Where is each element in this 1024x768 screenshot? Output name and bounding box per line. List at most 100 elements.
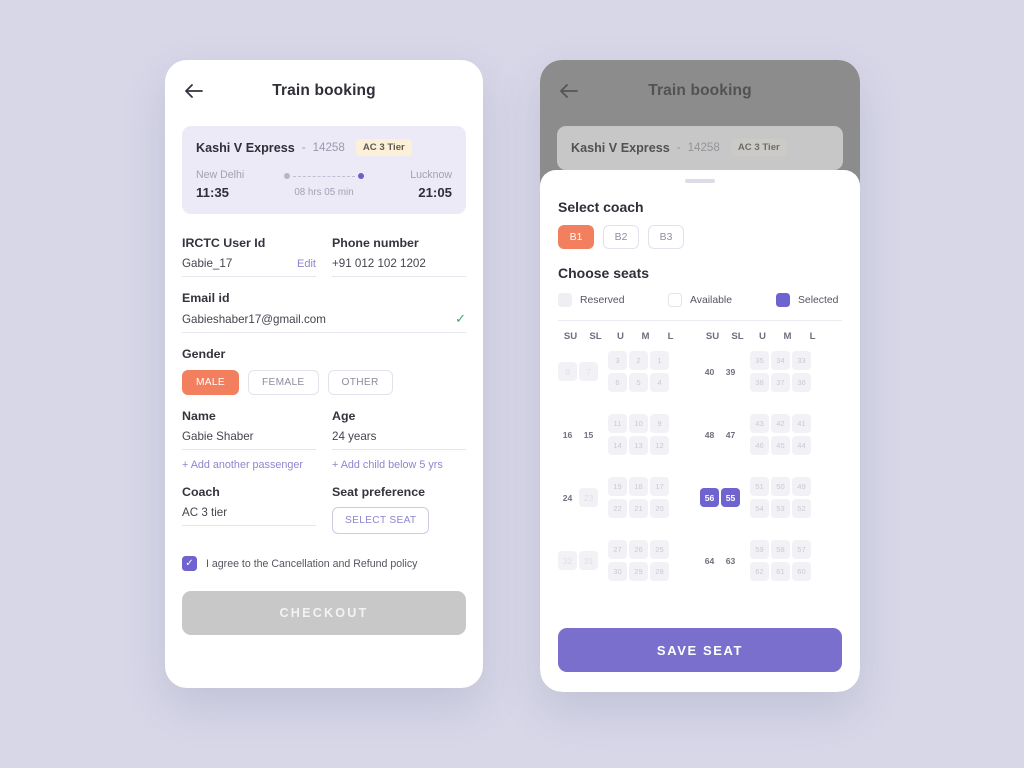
seat-24[interactable]: 24 xyxy=(558,488,577,507)
seat-20[interactable]: 20 xyxy=(650,499,669,518)
email-value[interactable]: Gabieshaber17@gmail.com xyxy=(182,313,326,326)
page-title: Train booking xyxy=(272,82,376,99)
irctc-field: IRCTC User Id Gabie_17 Edit xyxy=(182,222,316,277)
seat-map[interactable]: SU SL U M L 8 7 3 2 1 6 5 4 16 15 11 10 9 14 13 12 24 23 19 18 17… xyxy=(558,331,842,581)
name-value[interactable]: Gabie Shaber xyxy=(182,430,254,443)
seat-12[interactable]: 12 xyxy=(650,436,669,455)
seat-29[interactable]: 29 xyxy=(629,562,648,581)
seat-53[interactable]: 53 xyxy=(771,499,790,518)
seat-51[interactable]: 51 xyxy=(750,477,769,496)
journey-track: 08 hrs 05 min xyxy=(274,169,374,198)
seat-35[interactable]: 35 xyxy=(750,351,769,370)
seat-10[interactable]: 10 xyxy=(629,414,648,433)
seat-21[interactable]: 21 xyxy=(629,499,648,518)
seat-50[interactable]: 50 xyxy=(771,477,790,496)
seat-49[interactable]: 49 xyxy=(792,477,811,496)
destination-city: Lucknow xyxy=(410,169,452,181)
seat-47[interactable]: 47 xyxy=(721,425,740,444)
seat-34[interactable]: 34 xyxy=(771,351,790,370)
seat-46[interactable]: 46 xyxy=(750,436,769,455)
seat-30[interactable]: 30 xyxy=(608,562,627,581)
seat-63[interactable]: 63 xyxy=(721,551,740,570)
seat-9[interactable]: 9 xyxy=(650,414,669,433)
side-berth-pair: 48 47 xyxy=(700,414,748,455)
side-berth-pair: 24 23 xyxy=(558,477,606,518)
seat-31[interactable]: 31 xyxy=(579,551,598,570)
seat-36[interactable]: 36 xyxy=(792,373,811,392)
coach-value[interactable]: AC 3 tier xyxy=(182,506,227,519)
seat-5[interactable]: 5 xyxy=(629,373,648,392)
seat-7[interactable]: 7 xyxy=(579,362,598,381)
seat-39[interactable]: 39 xyxy=(721,362,740,381)
seat-42[interactable]: 42 xyxy=(771,414,790,433)
seat-4[interactable]: 4 xyxy=(650,373,669,392)
arrow-left-icon[interactable] xyxy=(558,80,580,102)
seat-8[interactable]: 8 xyxy=(558,362,577,381)
seat-26[interactable]: 26 xyxy=(629,540,648,559)
seat-54[interactable]: 54 xyxy=(750,499,769,518)
seat-19[interactable]: 19 xyxy=(608,477,627,496)
seat-59[interactable]: 59 xyxy=(750,540,769,559)
seat-45[interactable]: 45 xyxy=(771,436,790,455)
seat-27[interactable]: 27 xyxy=(608,540,627,559)
seat-2[interactable]: 2 xyxy=(629,351,648,370)
seat-14[interactable]: 14 xyxy=(608,436,627,455)
arrow-left-icon[interactable] xyxy=(183,80,205,102)
seat-column-headers: SU SL U M L xyxy=(700,331,842,342)
seat-3[interactable]: 3 xyxy=(608,351,627,370)
legend-selected: Selected xyxy=(776,293,838,307)
seat-15[interactable]: 15 xyxy=(579,425,598,444)
seat-17[interactable]: 17 xyxy=(650,477,669,496)
seat-38[interactable]: 38 xyxy=(750,373,769,392)
seat-62[interactable]: 62 xyxy=(750,562,769,581)
edit-irctc-link[interactable]: Edit xyxy=(297,258,316,270)
seat-18[interactable]: 18 xyxy=(629,477,648,496)
seat-33[interactable]: 33 xyxy=(792,351,811,370)
seat-28[interactable]: 28 xyxy=(650,562,669,581)
seat-23[interactable]: 23 xyxy=(579,488,598,507)
seat-52[interactable]: 52 xyxy=(792,499,811,518)
origin-dot-icon xyxy=(284,173,290,179)
save-seat-button[interactable]: SAVE SEAT xyxy=(558,628,842,672)
seat-57[interactable]: 57 xyxy=(792,540,811,559)
coach-option-b3[interactable]: B3 xyxy=(648,225,684,249)
checkout-button[interactable]: CHECKOUT xyxy=(182,591,466,635)
seat-48[interactable]: 48 xyxy=(700,425,719,444)
coach-option-b2[interactable]: B2 xyxy=(603,225,639,249)
seat-6[interactable]: 6 xyxy=(608,373,627,392)
seat-41[interactable]: 41 xyxy=(792,414,811,433)
agree-checkbox[interactable]: ✓ xyxy=(182,556,197,571)
side-berth-pair: 64 63 xyxy=(700,540,748,581)
irctc-value[interactable]: Gabie_17 xyxy=(182,257,232,270)
phone-value[interactable]: +91 012 102 1202 xyxy=(332,257,426,270)
seat-1[interactable]: 1 xyxy=(650,351,669,370)
seat-61[interactable]: 61 xyxy=(771,562,790,581)
seat-40[interactable]: 40 xyxy=(700,362,719,381)
seat-22[interactable]: 22 xyxy=(608,499,627,518)
sheet-grabber-handle[interactable] xyxy=(685,179,715,183)
seat-37[interactable]: 37 xyxy=(771,373,790,392)
add-child-link[interactable]: + Add child below 5 yrs xyxy=(332,459,466,471)
add-passenger-link[interactable]: + Add another passenger xyxy=(182,459,316,471)
select-seat-button[interactable]: SELECT SEAT xyxy=(332,507,430,534)
seat-11[interactable]: 11 xyxy=(608,414,627,433)
seat-56[interactable]: 56 xyxy=(700,488,719,507)
age-value[interactable]: 24 years xyxy=(332,430,376,443)
seat-58[interactable]: 58 xyxy=(771,540,790,559)
seat-43[interactable]: 43 xyxy=(750,414,769,433)
seat-64[interactable]: 64 xyxy=(700,551,719,570)
passenger-form: IRCTC User Id Gabie_17 Edit Phone number… xyxy=(165,214,483,571)
seat-13[interactable]: 13 xyxy=(629,436,648,455)
main-berth-group: 27 26 25 30 29 28 xyxy=(608,540,669,581)
seat-44[interactable]: 44 xyxy=(792,436,811,455)
gender-option-female[interactable]: FEMALE xyxy=(247,370,319,395)
seat-32[interactable]: 32 xyxy=(558,551,577,570)
agree-policy-row[interactable]: ✓ I agree to the Cancellation and Refund… xyxy=(182,556,466,571)
gender-option-male[interactable]: MALE xyxy=(182,370,239,395)
seat-55[interactable]: 55 xyxy=(721,488,740,507)
seat-60[interactable]: 60 xyxy=(792,562,811,581)
seat-25[interactable]: 25 xyxy=(650,540,669,559)
coach-option-b1[interactable]: B1 xyxy=(558,225,594,249)
seat-16[interactable]: 16 xyxy=(558,425,577,444)
gender-option-other[interactable]: OTHER xyxy=(327,370,393,395)
